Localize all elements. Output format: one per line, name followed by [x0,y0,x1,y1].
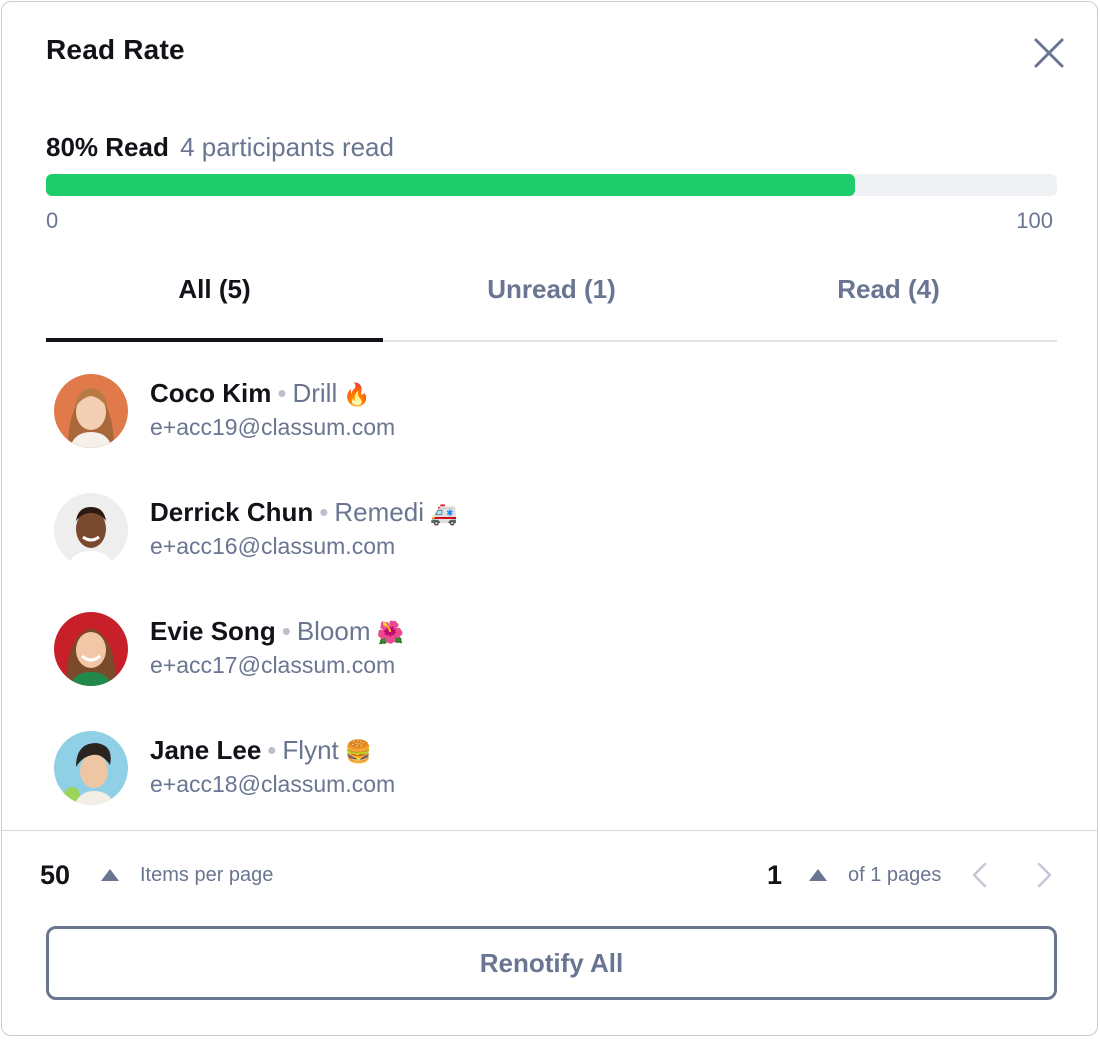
caret-up-icon [809,869,827,881]
read-rate-modal: Read Rate 80% Read 4 participants read 0… [1,1,1098,1036]
separator-dot: • [281,616,291,646]
current-page-value[interactable]: 1 [767,860,782,891]
page-dropdown[interactable] [808,868,828,882]
avatar [54,731,128,805]
burger-emoji: 🍔 [344,739,373,764]
total-pages-label: of 1 pages [848,864,942,886]
chevron-left-icon [972,862,987,888]
participant-name-line: Jane Lee • Flynt 🍔 [150,735,372,766]
participant-email: e+acc19@classum.com [150,414,396,440]
participant-group: Remedi [334,497,424,527]
prev-page-button[interactable] [968,860,992,890]
read-progress-fill [46,174,855,196]
read-rate-summary: 80% Read 4 participants read [46,132,394,163]
participant-name: Evie Song [150,616,276,646]
separator-dot: • [267,735,277,765]
participant-tabs: All (5) Unread (1) Read (4) [46,264,1057,342]
list-item: Coco Kim • Drill 🔥 e+acc19@classum.com [46,364,1057,483]
items-per-page-label: Items per page [140,864,274,886]
separator-dot: • [277,378,287,408]
hibiscus-emoji: 🌺 [376,620,404,645]
participant-group: Drill [292,378,338,408]
ambulance-emoji: 🚑 [429,501,458,526]
tab-all[interactable]: All (5) [46,264,383,342]
read-progress-bar [46,174,1057,196]
close-button[interactable] [1032,36,1066,70]
participant-name: Coco Kim [150,378,272,408]
participant-list: Coco Kim • Drill 🔥 e+acc19@classum.com Derr… [46,364,1057,840]
progress-scale-max: 100 [1016,208,1053,233]
renotify-all-button[interactable]: Renotify All [46,926,1057,1000]
tab-read[interactable]: Read (4) [720,264,1057,340]
list-item: Jane Lee • Flynt 🍔 e+acc18@classum.com [46,721,1057,840]
modal-title: Read Rate [46,34,185,65]
participant-email: e+acc17@classum.com [150,652,396,678]
separator-dot: • [319,497,329,527]
participant-email: e+acc16@classum.com [150,533,396,559]
participant-name-line: Evie Song • Bloom 🌺 [150,616,404,647]
list-item: Evie Song • Bloom 🌺 e+acc17@classum.com [46,602,1057,721]
participants-read-label: 4 participants read [180,132,394,162]
participant-group: Flynt [282,735,339,765]
chevron-right-icon [1037,862,1052,888]
participant-group: Bloom [296,616,371,646]
avatar [54,493,128,567]
participant-name-line: Derrick Chun • Remedi 🚑 [150,497,457,528]
fire-emoji: 🔥 [343,382,371,407]
participant-name: Jane Lee [150,735,262,765]
list-item: Derrick Chun • Remedi 🚑 e+acc16@classum.com [46,483,1057,602]
items-per-page-value[interactable]: 50 [40,860,70,891]
participant-name: Derrick Chun [150,497,314,527]
footer-divider [2,830,1097,831]
progress-scale-min: 0 [46,208,59,233]
next-page-button[interactable] [1032,860,1056,890]
avatar [54,374,128,448]
read-percent-label: 80% Read [46,132,169,162]
participant-email: e+acc18@classum.com [150,771,396,797]
caret-up-icon [101,869,119,881]
tab-unread[interactable]: Unread (1) [383,264,720,340]
participant-name-line: Coco Kim • Drill 🔥 [150,378,371,409]
items-per-page-dropdown[interactable] [100,868,120,882]
avatar [54,612,128,686]
close-icon [1034,38,1064,68]
